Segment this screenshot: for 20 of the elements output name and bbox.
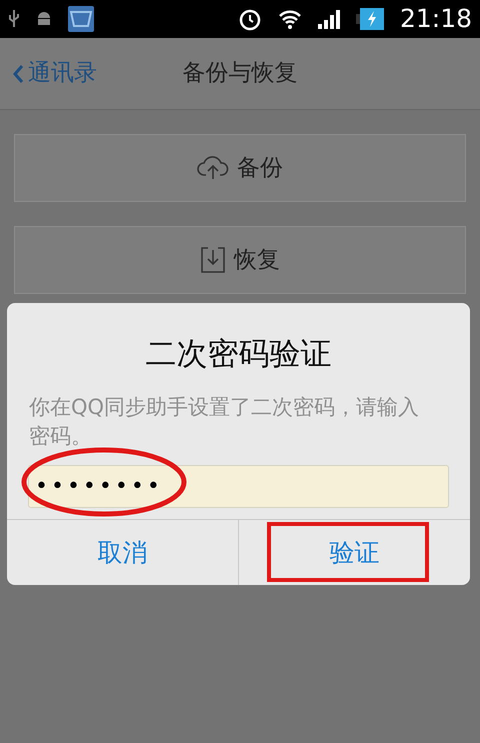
usb-icon (8, 9, 20, 29)
cancel-button[interactable]: 取消 (7, 520, 238, 585)
bag-icon (68, 6, 94, 32)
dialog-message: 你在QQ同步助手设置了二次密码，请输入密码。 (29, 394, 420, 450)
wifi-icon (278, 8, 302, 30)
android-icon (36, 10, 52, 28)
cloud-upload-icon (197, 155, 229, 181)
restore-button[interactable]: 恢复 (14, 226, 466, 294)
battery-charging-icon (356, 8, 384, 30)
clock-time: 21:18 (400, 3, 472, 36)
signal-icon (318, 9, 340, 29)
dialog-title: 二次密码验证 (144, 335, 332, 374)
back-button[interactable]: 通讯录 (12, 56, 97, 91)
alarm-clock-icon (238, 7, 262, 31)
password-field[interactable]: •••••••• (28, 465, 449, 508)
backup-button[interactable]: 备份 (14, 134, 466, 202)
page-title: 备份与恢复 (182, 59, 298, 88)
download-tray-icon (200, 246, 226, 274)
verify-button[interactable]: 验证 (238, 520, 470, 585)
back-chevron-icon (12, 64, 24, 84)
